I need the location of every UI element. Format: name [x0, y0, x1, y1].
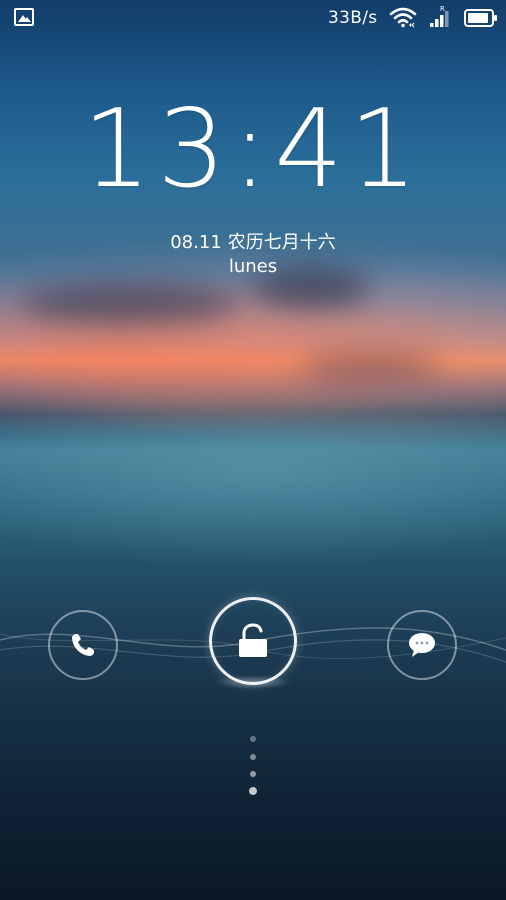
wifi-icon [389, 7, 417, 28]
lunar-date: 农历七月十六 [227, 232, 336, 253]
lockscreen: 33B/s R 13:41 08.11 农历七月十六 lunes [0, 0, 506, 900]
phone-shortcut-button[interactable] [48, 610, 118, 680]
network-speed: 33B/s [328, 8, 378, 28]
phone-icon [72, 634, 94, 656]
battery-icon [464, 9, 497, 27]
hint-dot [250, 754, 256, 760]
message-bubble-icon [409, 633, 435, 657]
signal-icon: R [430, 5, 449, 27]
messages-shortcut-button[interactable] [387, 610, 457, 680]
gallery-image-icon [14, 8, 34, 26]
unlock-button[interactable] [209, 597, 297, 685]
cloud-shape [300, 352, 440, 382]
unlock-icon [239, 623, 267, 657]
roaming-label: R [440, 5, 445, 13]
weekday: lunes [228, 256, 278, 277]
status-bar: 33B/s R [0, 0, 506, 36]
hint-dot [250, 771, 256, 777]
date: 08.11 [170, 232, 222, 253]
hint-dot [249, 787, 257, 795]
hint-dot [250, 736, 256, 742]
cloud-shape [20, 282, 240, 324]
clock-time: 13:41 [82, 87, 424, 212]
date-line: 08.11 农历七月十六 [0, 228, 506, 254]
